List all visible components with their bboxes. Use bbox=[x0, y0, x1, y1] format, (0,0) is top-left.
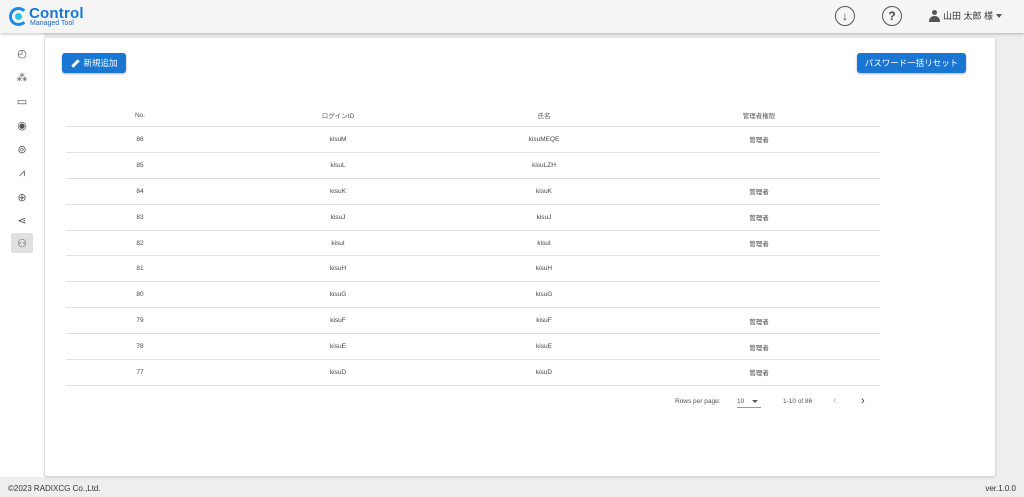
computer-icon: ▭ bbox=[16, 95, 28, 108]
help-icon[interactable]: ? bbox=[882, 6, 902, 26]
download-icon[interactable]: ↓ bbox=[835, 6, 855, 26]
sidebar-item-media[interactable]: ◉ bbox=[11, 115, 33, 135]
copyright: ©2023 RADIXCG Co.,Ltd. bbox=[8, 484, 101, 493]
cell-no: 83 bbox=[136, 213, 144, 221]
user-menu[interactable]: 山田 太郎 様 bbox=[929, 9, 1003, 22]
table-row[interactable]: 82 kisuI kisuI 管理者 bbox=[66, 231, 880, 257]
cell-no: 86 bbox=[136, 135, 144, 143]
rows-per-page-label: Rows per page: bbox=[675, 398, 721, 405]
sidebar-item-dashboard[interactable]: ◴ bbox=[11, 43, 33, 63]
cell-no: 80 bbox=[136, 291, 144, 299]
cell-admin: 管理者 bbox=[749, 137, 769, 145]
cell-name: kisuI bbox=[537, 239, 551, 247]
cell-name: kisuLZH bbox=[532, 161, 556, 169]
cell-name: kisuMEQE bbox=[528, 135, 560, 143]
header-login-id[interactable]: ログインID bbox=[308, 110, 368, 120]
chart-icon: ⩘ bbox=[18, 166, 26, 179]
cell-login-id: kisuL bbox=[330, 161, 346, 169]
users-table: No. ログインID 氏名 管理者権限 86 kisuM kisuMEQE 管理… bbox=[66, 104, 880, 386]
table-row[interactable]: 86 kisuM kisuMEQE 管理者 bbox=[66, 127, 880, 153]
header-no[interactable]: No. bbox=[120, 112, 160, 119]
cell-no: 77 bbox=[136, 368, 144, 376]
chevron-down-icon bbox=[996, 13, 1003, 18]
cell-login-id: kisuG bbox=[329, 291, 347, 299]
sidebar-item-devices[interactable]: ▭ bbox=[11, 91, 33, 111]
cell-login-id: kisuH bbox=[329, 265, 347, 273]
cell-no: 81 bbox=[136, 265, 144, 273]
account-icon bbox=[929, 9, 940, 22]
cell-login-id: kisuK bbox=[330, 187, 346, 195]
group-icon: ⁂ bbox=[16, 71, 28, 84]
dashboard-icon: ◴ bbox=[17, 47, 27, 60]
cell-no: 84 bbox=[136, 187, 144, 195]
sidebar-item-badge[interactable]: ⊚ bbox=[11, 139, 33, 159]
table-row[interactable]: 79 kisuF kisuF 管理者 bbox=[66, 308, 880, 335]
cell-login-id: kisuE bbox=[330, 343, 346, 351]
cell-name: kisuJ bbox=[536, 213, 552, 221]
cell-name: kisuF bbox=[536, 317, 552, 325]
cell-login-id: kisuI bbox=[331, 239, 345, 247]
table-header: No. ログインID 氏名 管理者権限 bbox=[66, 104, 880, 127]
table-row[interactable]: 80 kisuG kisuG bbox=[66, 282, 880, 309]
rows-per-page-select[interactable]: 10 bbox=[737, 394, 761, 408]
cell-admin: 管理者 bbox=[749, 318, 769, 326]
header-name[interactable]: 氏名 bbox=[514, 110, 574, 120]
badge-icon: ⊚ bbox=[17, 143, 27, 156]
next-page-button[interactable]: › bbox=[861, 395, 865, 407]
cell-login-id: kisuF bbox=[330, 317, 346, 325]
globe-icon: ⊕ bbox=[17, 191, 27, 204]
add-new-label: 新規追加 bbox=[83, 58, 118, 68]
cell-login-id: kisuJ bbox=[330, 213, 346, 221]
version: ver.1.0.0 bbox=[985, 484, 1016, 493]
cell-admin: 管理者 bbox=[749, 241, 769, 248]
cell-admin: 管理者 bbox=[749, 189, 769, 197]
table-row[interactable]: 77 kisuD kisuD 管理者 bbox=[66, 360, 880, 386]
rows-per-page-value: 10 bbox=[737, 398, 745, 405]
cell-name: kisuD bbox=[535, 368, 553, 376]
chevron-down-icon bbox=[752, 400, 758, 403]
bulk-password-reset-button[interactable]: パスワード一括リセット bbox=[857, 53, 966, 73]
cell-name: kisuE bbox=[536, 343, 552, 351]
table-row[interactable]: 81 kisuH kisuH bbox=[66, 256, 880, 283]
pencil-icon bbox=[70, 59, 79, 68]
sidebar-item-network[interactable]: ⊕ bbox=[11, 187, 33, 207]
cell-admin: 管理者 bbox=[749, 344, 769, 352]
disc-icon: ◉ bbox=[17, 119, 27, 132]
logo-mark-icon bbox=[9, 7, 28, 26]
cell-admin: 管理者 bbox=[749, 370, 769, 378]
user-name: 山田 太郎 様 bbox=[943, 11, 994, 21]
table-row[interactable]: 83 kisuJ kisuJ 管理者 bbox=[66, 205, 880, 231]
prev-page-button[interactable]: ‹ bbox=[833, 395, 837, 407]
app-header: Control Managed Tool ↓ ? 山田 太郎 様 bbox=[0, 0, 1024, 33]
sidebar: ◴ ⁂ ▭ ◉ ⊚ ⩘ ⊕ ⋖ ⚇ bbox=[0, 33, 44, 477]
cell-login-id: kisuM bbox=[329, 135, 347, 143]
add-new-button[interactable]: 新規追加 bbox=[62, 53, 126, 73]
sidebar-item-groups[interactable]: ⁂ bbox=[11, 67, 33, 87]
table-row[interactable]: 78 kisuE kisuE 管理者 bbox=[66, 334, 880, 361]
app-subtitle: Managed Tool bbox=[30, 20, 74, 27]
table-row[interactable]: 85 kisuL kisuLZH bbox=[66, 153, 880, 179]
sidebar-item-reports[interactable]: ⩘ bbox=[11, 163, 33, 183]
cell-no: 82 bbox=[136, 239, 144, 247]
sidebar-item-user-management[interactable]: ⚇ bbox=[11, 233, 33, 253]
cell-name: kisuH bbox=[535, 265, 553, 273]
cell-login-id: kisuD bbox=[329, 368, 347, 376]
cell-name: kisuK bbox=[536, 187, 552, 195]
sidebar-item-share[interactable]: ⋖ bbox=[11, 210, 33, 230]
user-settings-icon: ⚇ bbox=[17, 237, 27, 250]
header-admin[interactable]: 管理者権限 bbox=[724, 110, 794, 120]
cell-no: 79 bbox=[136, 317, 144, 325]
cell-name: kisuG bbox=[535, 291, 553, 299]
cell-admin: 管理者 bbox=[749, 215, 769, 223]
share-icon: ⋖ bbox=[17, 214, 27, 227]
page-range: 1-10 of 86 bbox=[783, 398, 813, 405]
app-logo[interactable]: Control Managed Tool bbox=[9, 5, 99, 29]
main-card: 新規追加 パスワード一括リセット No. ログインID 氏名 管理者権限 86 … bbox=[45, 38, 995, 476]
cell-no: 78 bbox=[136, 343, 144, 351]
table-row[interactable]: 84 kisuK kisuK 管理者 bbox=[66, 179, 880, 205]
cell-no: 85 bbox=[136, 161, 144, 169]
